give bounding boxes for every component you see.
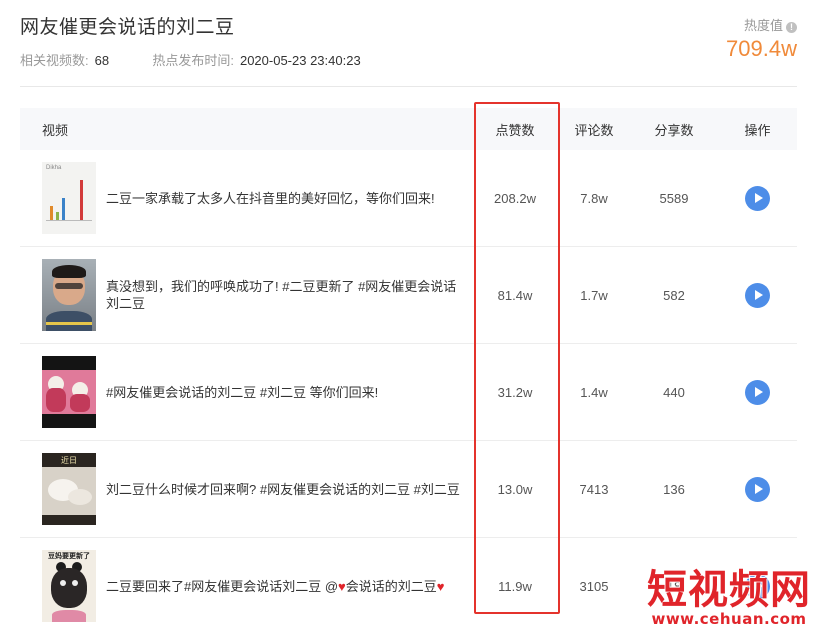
shares-count: 440 — [663, 384, 685, 400]
watermark: 短视频网 www.cehuan.com — [647, 566, 811, 629]
play-icon — [754, 193, 763, 203]
shares-count: 5589 — [659, 190, 689, 206]
col-comments[interactable]: 评论数 — [558, 120, 630, 139]
thumbnail-caption: 豆妈要更新了 — [48, 553, 90, 560]
hotspot-header: 网友催更会说话的刘二豆 相关视频数: 68 热点发布时间: 2020-05-23 2… — [20, 12, 797, 68]
col-video: 视频 — [42, 122, 69, 138]
likes-count: 11.9w — [498, 578, 532, 594]
video-thumbnail[interactable] — [42, 259, 96, 331]
thumbnail-caption: Dikha — [46, 165, 62, 171]
play-button[interactable] — [745, 282, 770, 308]
heart-icon: ♥ — [338, 578, 346, 594]
comments-count: 7.8w — [580, 190, 608, 206]
related-videos-count: 68 — [94, 53, 110, 68]
page-title: 网友催更会说话的刘二豆 — [20, 17, 235, 38]
watermark-text: 短视频网 — [647, 566, 811, 613]
video-thumbnail[interactable]: 豆妈要更新了 — [42, 550, 96, 622]
hotspot-meta: 相关视频数: 68 热点发布时间: 2020-05-23 23:40:23 — [20, 50, 361, 69]
thumbnail-caption: 近日 — [61, 456, 77, 465]
related-videos-label: 相关视频数: — [20, 53, 89, 68]
likes-count: 13.0w — [497, 481, 533, 497]
shares-count: 582 — [663, 287, 685, 303]
video-title[interactable]: 真没想到，我们的呼唤成功了! #二豆更新了 #网友催更会说话刘二豆 — [106, 278, 466, 312]
video-thumbnail[interactable]: 近日 — [42, 453, 96, 525]
heart-icon: ♥ — [436, 578, 445, 594]
heat-label: 热度值 — [743, 18, 783, 33]
video-title[interactable]: 刘二豆什么时候才回来啊? #网友催更会说话的刘二豆 #刘二豆 — [106, 481, 466, 498]
play-button[interactable] — [745, 185, 770, 211]
play-icon — [754, 484, 763, 494]
likes-count: 81.4w — [497, 287, 533, 303]
shares-count: 136 — [663, 481, 685, 497]
table-row: 真没想到，我们的呼唤成功了! #二豆更新了 #网友催更会说话刘二豆 81.4w … — [20, 247, 797, 344]
likes-count: 208.2w — [494, 190, 536, 206]
comments-count: 3105 — [579, 578, 609, 594]
col-shares[interactable]: 分享数 — [630, 120, 718, 139]
video-thumbnail[interactable]: Dikha — [42, 162, 96, 234]
publish-time-label: 热点发布时间: — [152, 53, 234, 68]
play-icon — [754, 290, 763, 300]
col-likes[interactable]: 点赞数 — [472, 120, 558, 139]
comments-count: 7413 — [579, 481, 609, 497]
likes-count: 31.2w — [497, 384, 533, 400]
table-row: 近日 刘二豆什么时候才回来啊? #网友催更会说话的刘二豆 #刘二豆 13.0w … — [20, 441, 797, 538]
video-title[interactable]: 二豆一家承载了太多人在抖音里的美好回忆，等你们回来! — [106, 190, 466, 207]
info-icon[interactable]: ! — [786, 22, 797, 33]
comments-count: 1.4w — [580, 384, 608, 400]
video-title[interactable]: 二豆要回来了#网友催更会说话刘二豆 @♥会说话的刘二豆♥ — [106, 578, 466, 595]
play-button[interactable] — [745, 379, 770, 405]
video-title[interactable]: #网友催更会说话的刘二豆 #刘二豆 等你们回来! — [106, 384, 466, 401]
comments-count: 1.7w — [580, 287, 608, 303]
heat-value: 709.4w — [726, 36, 797, 61]
watermark-url: www.cehuan.com — [651, 610, 807, 628]
play-button[interactable] — [745, 476, 770, 502]
table-row: Dikha 二豆一家承载了太多人在抖音里的美好回忆，等你们回来! 208.2w … — [20, 150, 797, 247]
heat-score: 热度值! 709.4w — [726, 15, 797, 62]
video-thumbnail[interactable] — [42, 356, 96, 428]
play-icon — [754, 387, 763, 397]
table-row: #网友催更会说话的刘二豆 #刘二豆 等你们回来! 31.2w 1.4w 440 — [20, 344, 797, 441]
col-actions: 操作 — [744, 122, 771, 138]
table-header: 视频 点赞数 评论数 分享数 操作 — [20, 108, 797, 150]
divider — [20, 86, 797, 87]
video-table: 视频 点赞数 评论数 分享数 操作 Dikha 二豆一家承载了太多人在抖音里的美… — [20, 108, 797, 634]
publish-time-value: 2020-05-23 23:40:23 — [239, 53, 361, 68]
